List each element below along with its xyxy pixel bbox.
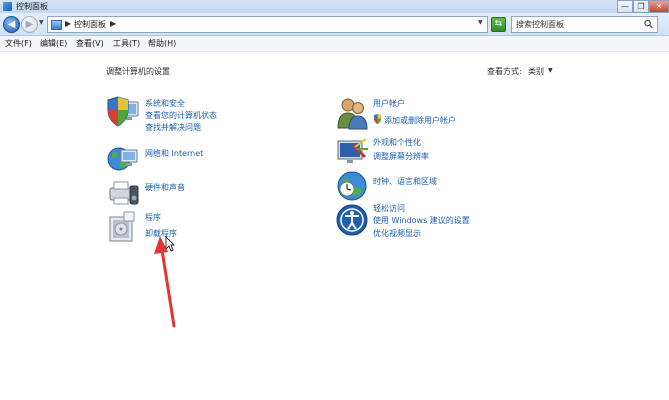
hardware-sound-link[interactable]: 硬件和声音: [145, 182, 185, 193]
network-globe-icon[interactable]: [106, 142, 140, 176]
refresh-icon: ⇆: [494, 19, 503, 29]
red-annotation-arrow: [154, 236, 176, 328]
windows-recommended-settings-link[interactable]: 使用 Windows 建议的设置: [373, 215, 470, 226]
address-toolbar: ◀ ▶ ▼ ▶ 控制面板 ▶ ▼ ⇆ 搜索控制面板: [0, 13, 669, 36]
menu-edit[interactable]: 编辑(E): [40, 38, 67, 49]
search-placeholder: 搜索控制面板: [516, 20, 564, 29]
users-icon[interactable]: [335, 96, 369, 130]
add-remove-accounts-link[interactable]: 添加或删除用户帐户: [384, 115, 456, 126]
view-by-dropdown[interactable]: 类别: [528, 66, 544, 77]
printer-speaker-icon[interactable]: [106, 176, 140, 210]
window-title: 控制面板: [16, 2, 48, 11]
chevron-down-icon[interactable]: ▼: [548, 67, 553, 74]
clock-globe-icon[interactable]: [335, 169, 369, 203]
forward-button[interactable]: ▶: [21, 16, 38, 33]
optimize-video-display-link[interactable]: 优化视频显示: [373, 228, 421, 239]
menu-view[interactable]: 查看(V): [76, 38, 104, 49]
page-title: 调整计算机的设置: [106, 67, 170, 76]
refresh-button[interactable]: ⇆: [491, 17, 506, 32]
back-button[interactable]: ◀: [3, 16, 20, 33]
recent-pages-dropdown-icon[interactable]: ▼: [39, 19, 44, 26]
arrow-left-icon: ◀: [7, 19, 16, 30]
view-computer-status-link[interactable]: 查看您的计算机状态: [145, 110, 217, 121]
network-internet-link[interactable]: 网络和 Internet: [145, 148, 203, 159]
user-accounts-link[interactable]: 用户帐户: [373, 98, 405, 109]
uac-shield-icon: [373, 114, 382, 124]
menu-file[interactable]: 文件(F): [5, 38, 32, 49]
adjust-resolution-link[interactable]: 调整屏幕分辨率: [373, 151, 429, 162]
view-by-label: 查看方式:: [487, 67, 522, 76]
title-bar: 控制面板 — ❐ ✕: [0, 0, 669, 13]
display-paint-icon[interactable]: [335, 135, 369, 169]
arrow-right-icon: ▶: [25, 19, 34, 30]
address-field[interactable]: ▶ 控制面板 ▶ ▼: [47, 16, 488, 33]
search-icon[interactable]: [644, 19, 653, 29]
minimize-button[interactable]: —: [617, 0, 633, 13]
find-fix-problems-link[interactable]: 查找并解决问题: [145, 122, 201, 133]
breadcrumb-separator[interactable]: ▶: [110, 19, 116, 28]
ease-of-access-link[interactable]: 轻松访问: [373, 203, 405, 214]
control-panel-icon: [51, 20, 62, 30]
close-button[interactable]: ✕: [649, 0, 669, 13]
programs-link[interactable]: 程序: [145, 212, 161, 223]
shield-computer-icon[interactable]: [106, 96, 140, 130]
maximize-button[interactable]: ❐: [633, 0, 649, 13]
clock-language-region-link[interactable]: 时钟、语言和区域: [373, 176, 437, 187]
ease-of-access-icon[interactable]: [335, 203, 369, 237]
breadcrumb-separator[interactable]: ▶: [65, 19, 71, 28]
control-panel-icon: [3, 2, 12, 11]
menu-tools[interactable]: 工具(T): [113, 38, 140, 49]
system-security-link[interactable]: 系统和安全: [145, 98, 185, 109]
appearance-personalization-link[interactable]: 外观和个性化: [373, 137, 421, 148]
breadcrumb-control-panel[interactable]: 控制面板: [74, 19, 106, 30]
menu-help[interactable]: 帮助(H): [148, 38, 176, 49]
address-dropdown-icon[interactable]: ▼: [478, 19, 483, 26]
programs-box-icon[interactable]: [106, 209, 140, 243]
menu-bar: 文件(F) 编辑(E) 查看(V) 工具(T) 帮助(H): [0, 36, 669, 52]
search-input[interactable]: 搜索控制面板: [511, 16, 658, 33]
